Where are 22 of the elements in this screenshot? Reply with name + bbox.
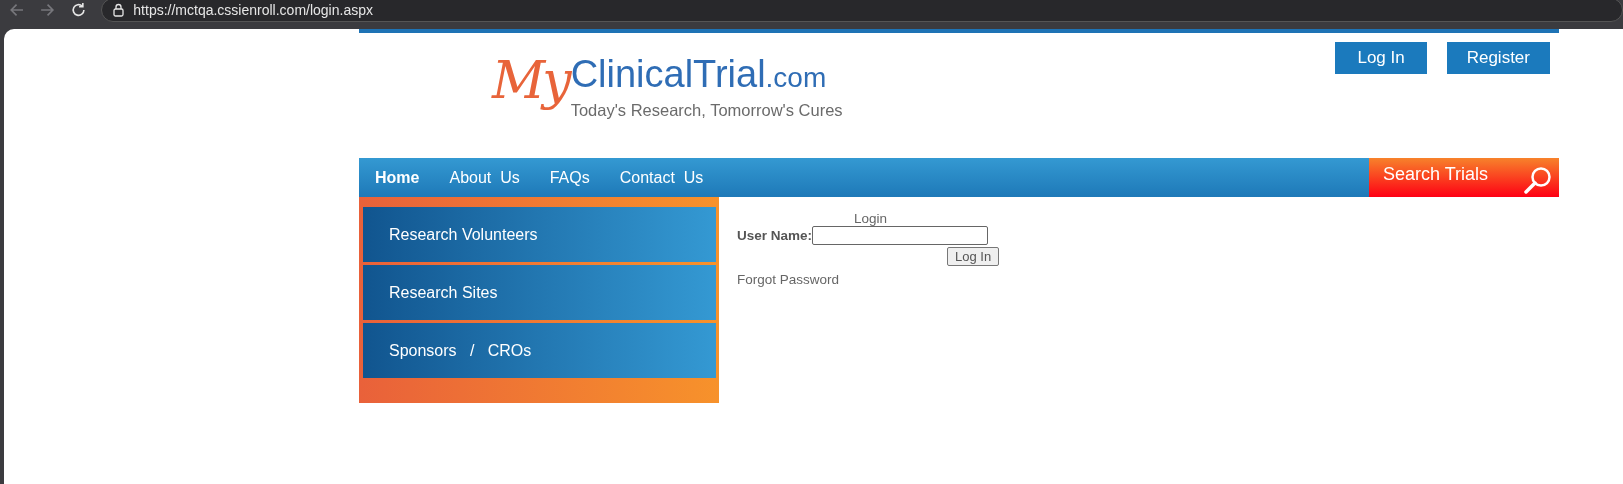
reload-icon[interactable]: [70, 1, 88, 19]
logo-script: My: [492, 49, 569, 112]
log-in-button[interactable]: Log In: [1335, 42, 1427, 74]
user-name-field[interactable]: [812, 226, 989, 245]
log-in-button[interactable]: Log In: [947, 247, 1000, 266]
login-title: Login: [854, 211, 888, 226]
nav-link[interactable]: About Us: [449, 168, 520, 187]
lock-icon: [112, 3, 126, 17]
sidebar-item[interactable]: Sponsors / CROs: [363, 323, 716, 378]
search-trials-button[interactable]: Search Trials: [1369, 158, 1559, 197]
nav-link[interactable]: Home: [375, 168, 420, 187]
url-text: https://mctqa.cssienroll.com/login.aspx: [133, 2, 373, 18]
sidebar-item[interactable]: Research Volunteers: [363, 207, 716, 262]
register-button[interactable]: Register: [1446, 42, 1550, 74]
forgot-password-link[interactable]: Forgot Password: [737, 272, 840, 287]
address-bar[interactable]: https://mctqa.cssienroll.com/login.aspx: [101, 0, 1623, 22]
sidebar-item[interactable]: Research Sites: [363, 265, 716, 320]
nav-link[interactable]: Contact Us: [619, 168, 704, 187]
nav-link[interactable]: FAQs: [549, 168, 590, 187]
search-icon: [1523, 165, 1553, 194]
user-name-label: User Name:: [737, 228, 813, 243]
forward-arrow-icon[interactable]: [39, 1, 57, 19]
